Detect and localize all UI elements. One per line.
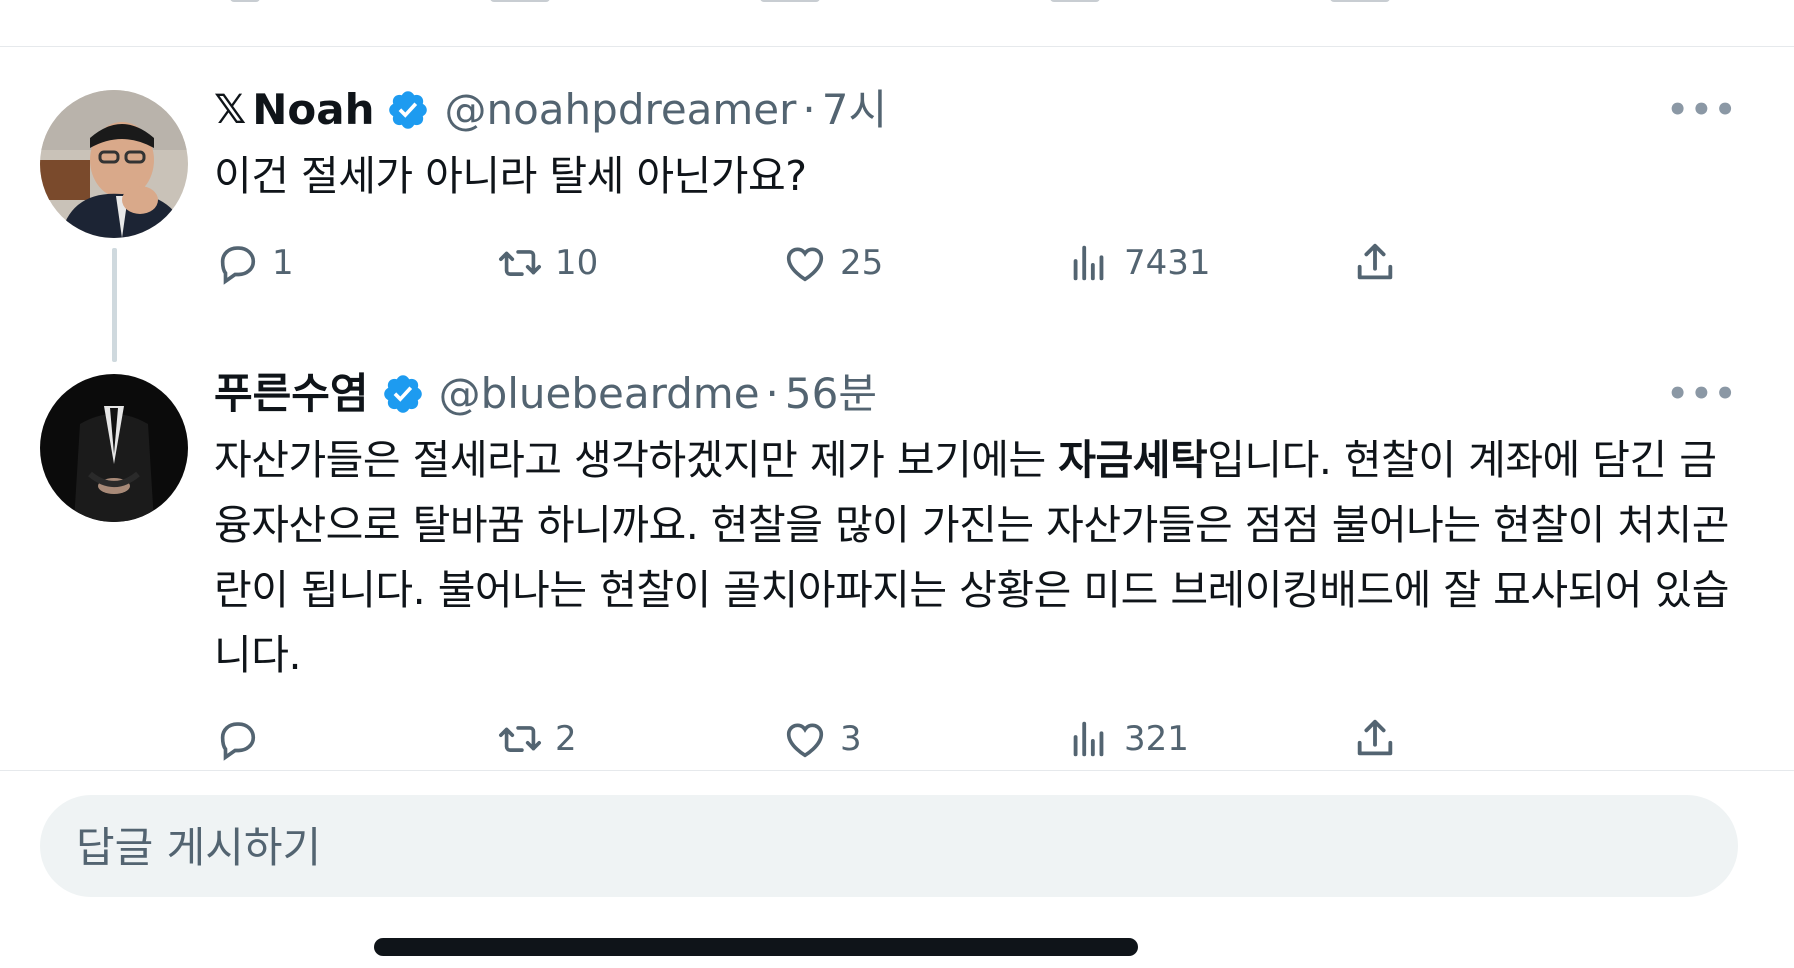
reply-composer[interactable] [40, 795, 1738, 899]
retweet-icon [499, 726, 541, 752]
views-count: 7431 [1124, 243, 1211, 283]
views-icon [1073, 721, 1104, 757]
tweet-header: 𝕏 Noah @noahpdreamer · 7시 [214, 84, 887, 136]
tweet-text: 자산가들은 절세라고 생각하겠지만 제가 보기에는 자금세탁입니다. 현찰이 계… [214, 428, 1734, 688]
views-button[interactable]: 7431 [1066, 240, 1211, 286]
previous-tweet-actions-peek [0, 0, 1794, 10]
author-name[interactable]: 푸른수염 [214, 368, 369, 420]
share-icon [1357, 243, 1393, 280]
heart-icon [786, 723, 824, 758]
retweet-button[interactable]: 2 [497, 716, 577, 762]
avatar-bluebeard-image [40, 374, 188, 522]
share-button[interactable] [1352, 240, 1410, 286]
avatar-bluebeard[interactable] [40, 374, 188, 522]
separator-dot: · [765, 369, 779, 418]
tweet-time[interactable]: 7시 [822, 84, 887, 136]
views-button[interactable]: 321 [1066, 716, 1189, 762]
like-count: 3 [840, 719, 862, 759]
reply-icon [220, 722, 256, 761]
like-count: 25 [840, 243, 884, 283]
reply-button[interactable] [214, 716, 272, 762]
home-indicator[interactable] [374, 938, 1138, 956]
like-button[interactable]: 3 [782, 716, 862, 762]
reply-button[interactable]: 1 [214, 240, 294, 286]
tweet-text-content: 이건 절세가 아니라 탈세 아닌가요? [214, 152, 807, 200]
retweet-count: 10 [555, 243, 599, 283]
share-button[interactable] [1352, 716, 1410, 762]
tweet-time[interactable]: 56분 [785, 368, 877, 420]
thread-connector-line [112, 248, 117, 362]
tweet-text: 이건 절세가 아니라 탈세 아닌가요? [214, 144, 1734, 209]
tweet-actions: 2 3 321 [214, 716, 1404, 766]
avatar-noah-image [40, 90, 188, 238]
more-options-icon[interactable]: ••• [1667, 90, 1738, 130]
retweet-count: 2 [555, 719, 577, 759]
retweet-button[interactable]: 10 [497, 240, 598, 286]
like-button[interactable]: 25 [782, 240, 883, 286]
heart-icon [786, 247, 824, 282]
tweet-actions: 1 10 25 7431 [214, 240, 1404, 290]
author-handle[interactable]: @bluebeardme [439, 368, 760, 420]
author-handle[interactable]: @noahpdreamer [444, 84, 796, 136]
author-name[interactable]: Noah [252, 84, 374, 136]
tweet-text-part-1: 자산가들은 절세라고 생각하겠지만 제가 보기에는 [214, 436, 1059, 484]
more-options-icon[interactable]: ••• [1667, 374, 1738, 414]
reply-icon [220, 246, 256, 285]
avatar-noah[interactable] [40, 90, 188, 238]
reply-box-divider [0, 770, 1794, 771]
top-divider [0, 46, 1794, 47]
x-logo-icon: 𝕏 [214, 87, 247, 133]
verified-badge-icon [383, 375, 422, 413]
retweet-icon [499, 250, 541, 276]
share-icon [1357, 719, 1393, 756]
tweet-header: 푸른수염 @bluebeardme · 56분 [214, 368, 877, 420]
reply-input[interactable] [74, 795, 1678, 899]
views-icon [1073, 245, 1104, 281]
tweet-text-bold: 자금세탁 [1058, 436, 1208, 484]
reply-count: 1 [272, 243, 294, 283]
separator-dot: · [802, 85, 816, 134]
views-count: 321 [1124, 719, 1189, 759]
verified-badge-icon [389, 91, 428, 129]
